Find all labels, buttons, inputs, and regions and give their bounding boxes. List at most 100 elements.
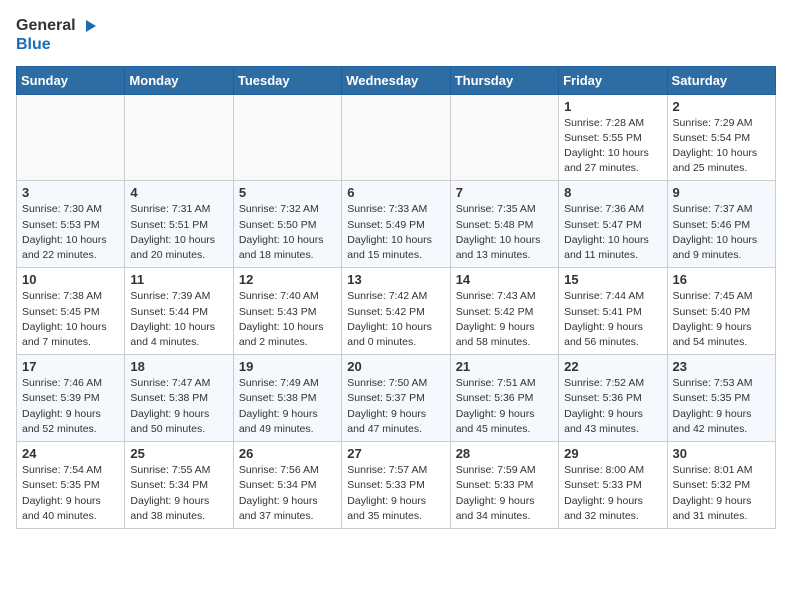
calendar-day-cell: 7 Sunrise: 7:35 AM Sunset: 5:48 PM Daylig… (450, 181, 558, 268)
day-number: 3 (22, 185, 119, 200)
day-number: 29 (564, 446, 661, 461)
calendar-day-cell: 8 Sunrise: 7:36 AM Sunset: 5:47 PM Daylig… (559, 181, 667, 268)
logo: General Blue (16, 16, 98, 54)
calendar-day-cell (450, 94, 558, 181)
day-info: Sunrise: 7:51 AM Sunset: 5:36 PM Dayligh… (456, 376, 553, 437)
day-info: Sunrise: 7:57 AM Sunset: 5:33 PM Dayligh… (347, 463, 444, 524)
logo-blue-text: Blue (16, 36, 98, 54)
day-number: 18 (130, 359, 227, 374)
calendar-day-cell: 23Sunrise: 7:53 AM Sunset: 5:35 PM Dayli… (667, 355, 775, 442)
day-info: Sunrise: 7:28 AM Sunset: 5:55 PM Dayligh… (564, 116, 661, 177)
day-info: Sunrise: 7:35 AM Sunset: 5:48 PM Dayligh… (456, 202, 553, 263)
day-number: 6 (347, 185, 444, 200)
day-info: Sunrise: 8:01 AM Sunset: 5:32 PM Dayligh… (673, 463, 770, 524)
calendar-header-row: SundayMondayTuesdayWednesdayThursdayFrid… (17, 66, 776, 94)
day-number: 12 (239, 272, 336, 287)
day-info: Sunrise: 7:50 AM Sunset: 5:37 PM Dayligh… (347, 376, 444, 437)
day-info: Sunrise: 8:00 AM Sunset: 5:33 PM Dayligh… (564, 463, 661, 524)
calendar-day-cell: 15 Sunrise: 7:44 AM Sunset: 5:41 PM Dayli… (559, 268, 667, 355)
calendar-day-cell: 11Sunrise: 7:39 AM Sunset: 5:44 PM Dayli… (125, 268, 233, 355)
day-number: 15 (564, 272, 661, 287)
day-info: Sunrise: 7:56 AM Sunset: 5:34 PM Dayligh… (239, 463, 336, 524)
day-number: 10 (22, 272, 119, 287)
logo-arrow-icon (78, 16, 98, 36)
calendar-day-cell: 1 Sunrise: 7:28 AM Sunset: 5:55 PM Daylig… (559, 94, 667, 181)
calendar-day-cell: 21 Sunrise: 7:51 AM Sunset: 5:36 PM Dayli… (450, 355, 558, 442)
day-info: Sunrise: 7:30 AM Sunset: 5:53 PM Dayligh… (22, 202, 119, 263)
day-info: Sunrise: 7:44 AM Sunset: 5:41 PM Dayligh… (564, 289, 661, 350)
calendar-day-cell: 28Sunrise: 7:59 AM Sunset: 5:33 PM Dayli… (450, 442, 558, 529)
calendar-day-cell: 30 Sunrise: 8:01 AM Sunset: 5:32 PM Dayli… (667, 442, 775, 529)
day-info: Sunrise: 7:36 AM Sunset: 5:47 PM Dayligh… (564, 202, 661, 263)
day-number: 5 (239, 185, 336, 200)
day-info: Sunrise: 7:46 AM Sunset: 5:39 PM Dayligh… (22, 376, 119, 437)
day-number: 30 (673, 446, 770, 461)
day-info: Sunrise: 7:43 AM Sunset: 5:42 PM Dayligh… (456, 289, 553, 350)
calendar-day-cell: 12 Sunrise: 7:40 AM Sunset: 5:43 PM Dayli… (233, 268, 341, 355)
calendar-day-cell: 17Sunrise: 7:46 AM Sunset: 5:39 PM Dayli… (17, 355, 125, 442)
day-number: 23 (673, 359, 770, 374)
calendar-day-cell: 19 Sunrise: 7:49 AM Sunset: 5:38 PM Dayli… (233, 355, 341, 442)
calendar-day-cell: 9 Sunrise: 7:37 AM Sunset: 5:46 PM Daylig… (667, 181, 775, 268)
day-number: 20 (347, 359, 444, 374)
day-info: Sunrise: 7:49 AM Sunset: 5:38 PM Dayligh… (239, 376, 336, 437)
weekday-header-thursday: Thursday (450, 66, 558, 94)
day-info: Sunrise: 7:32 AM Sunset: 5:50 PM Dayligh… (239, 202, 336, 263)
calendar-day-cell: 3 Sunrise: 7:30 AM Sunset: 5:53 PM Daylig… (17, 181, 125, 268)
day-number: 1 (564, 99, 661, 114)
day-number: 4 (130, 185, 227, 200)
weekday-header-friday: Friday (559, 66, 667, 94)
day-number: 9 (673, 185, 770, 200)
day-number: 19 (239, 359, 336, 374)
calendar-week-row: 3 Sunrise: 7:30 AM Sunset: 5:53 PM Daylig… (17, 181, 776, 268)
day-info: Sunrise: 7:29 AM Sunset: 5:54 PM Dayligh… (673, 116, 770, 177)
page-header: General Blue (16, 16, 776, 54)
day-info: Sunrise: 7:38 AM Sunset: 5:45 PM Dayligh… (22, 289, 119, 350)
calendar-day-cell (233, 94, 341, 181)
day-number: 8 (564, 185, 661, 200)
calendar-day-cell: 22Sunrise: 7:52 AM Sunset: 5:36 PM Dayli… (559, 355, 667, 442)
weekday-header-saturday: Saturday (667, 66, 775, 94)
calendar-day-cell: 29 Sunrise: 8:00 AM Sunset: 5:33 PM Dayli… (559, 442, 667, 529)
weekday-header-wednesday: Wednesday (342, 66, 450, 94)
day-info: Sunrise: 7:54 AM Sunset: 5:35 PM Dayligh… (22, 463, 119, 524)
calendar-day-cell: 27 Sunrise: 7:57 AM Sunset: 5:33 PM Dayli… (342, 442, 450, 529)
day-number: 2 (673, 99, 770, 114)
calendar-week-row: 17Sunrise: 7:46 AM Sunset: 5:39 PM Dayli… (17, 355, 776, 442)
weekday-header-monday: Monday (125, 66, 233, 94)
day-info: Sunrise: 7:31 AM Sunset: 5:51 PM Dayligh… (130, 202, 227, 263)
calendar-day-cell: 24Sunrise: 7:54 AM Sunset: 5:35 PM Dayli… (17, 442, 125, 529)
calendar-day-cell: 5 Sunrise: 7:32 AM Sunset: 5:50 PM Daylig… (233, 181, 341, 268)
calendar-week-row: 1 Sunrise: 7:28 AM Sunset: 5:55 PM Daylig… (17, 94, 776, 181)
day-info: Sunrise: 7:40 AM Sunset: 5:43 PM Dayligh… (239, 289, 336, 350)
day-info: Sunrise: 7:55 AM Sunset: 5:34 PM Dayligh… (130, 463, 227, 524)
calendar-day-cell (125, 94, 233, 181)
calendar-day-cell: 16Sunrise: 7:45 AM Sunset: 5:40 PM Dayli… (667, 268, 775, 355)
day-info: Sunrise: 7:52 AM Sunset: 5:36 PM Dayligh… (564, 376, 661, 437)
calendar-day-cell: 13Sunrise: 7:42 AM Sunset: 5:42 PM Dayli… (342, 268, 450, 355)
day-info: Sunrise: 7:47 AM Sunset: 5:38 PM Dayligh… (130, 376, 227, 437)
day-info: Sunrise: 7:37 AM Sunset: 5:46 PM Dayligh… (673, 202, 770, 263)
calendar-week-row: 10 Sunrise: 7:38 AM Sunset: 5:45 PM Dayli… (17, 268, 776, 355)
calendar-week-row: 24Sunrise: 7:54 AM Sunset: 5:35 PM Dayli… (17, 442, 776, 529)
calendar-day-cell (17, 94, 125, 181)
logo-general-text: General (16, 17, 76, 35)
calendar-day-cell: 4 Sunrise: 7:31 AM Sunset: 5:51 PM Daylig… (125, 181, 233, 268)
day-number: 11 (130, 272, 227, 287)
calendar-day-cell: 18 Sunrise: 7:47 AM Sunset: 5:38 PM Dayli… (125, 355, 233, 442)
weekday-header-sunday: Sunday (17, 66, 125, 94)
day-number: 21 (456, 359, 553, 374)
day-number: 26 (239, 446, 336, 461)
day-number: 14 (456, 272, 553, 287)
day-info: Sunrise: 7:42 AM Sunset: 5:42 PM Dayligh… (347, 289, 444, 350)
calendar-day-cell: 2 Sunrise: 7:29 AM Sunset: 5:54 PM Daylig… (667, 94, 775, 181)
calendar-day-cell (342, 94, 450, 181)
calendar-day-cell: 10 Sunrise: 7:38 AM Sunset: 5:45 PM Dayli… (17, 268, 125, 355)
day-number: 28 (456, 446, 553, 461)
calendar-day-cell: 14 Sunrise: 7:43 AM Sunset: 5:42 PM Dayli… (450, 268, 558, 355)
day-number: 25 (130, 446, 227, 461)
calendar-day-cell: 20 Sunrise: 7:50 AM Sunset: 5:37 PM Dayli… (342, 355, 450, 442)
day-number: 7 (456, 185, 553, 200)
day-number: 27 (347, 446, 444, 461)
day-info: Sunrise: 7:45 AM Sunset: 5:40 PM Dayligh… (673, 289, 770, 350)
